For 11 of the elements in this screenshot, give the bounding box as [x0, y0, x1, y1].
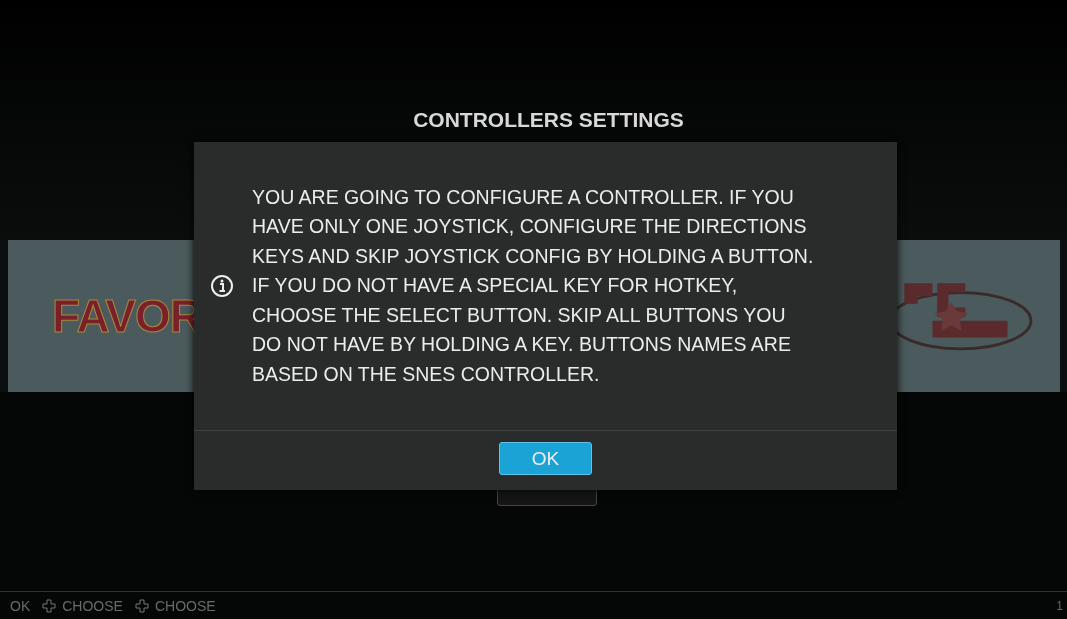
help-label: CHOOSE: [154, 597, 216, 614]
help-label: OK: [10, 597, 31, 614]
dpad-icon: [134, 598, 149, 613]
dpad-icon: [42, 598, 57, 613]
info-icon: [210, 274, 234, 298]
dialog-message: YOU ARE GOING TO CONFIGURE A CONTROLLER. IF YOU HAVE ONLY ONE JOYSTICK, CONFIGURE THE DIRECTIONS KEYS AND SKIP JOYSTICK CONFIG BY HOLDING A BUTTON. IF YOU DO NOT HAVE A SPECIAL KEY FOR HOTKEY, CHOOSE THE SELECT BUTTON. SKIP ALL BUTTONS YOU DO NOT HAVE BY HOLDING A KEY. BUTTONS NAMES ARE BASED ON THE SNES CONTROLLER.: [252, 184, 814, 387]
ok-button[interactable]: OK: [499, 442, 592, 475]
screen-title: CONTROLLERS SETTINGS: [413, 108, 684, 132]
help-label: CHOOSE: [62, 597, 123, 614]
page-number: 1: [1056, 598, 1063, 613]
system-card[interactable]: [895, 240, 1060, 392]
